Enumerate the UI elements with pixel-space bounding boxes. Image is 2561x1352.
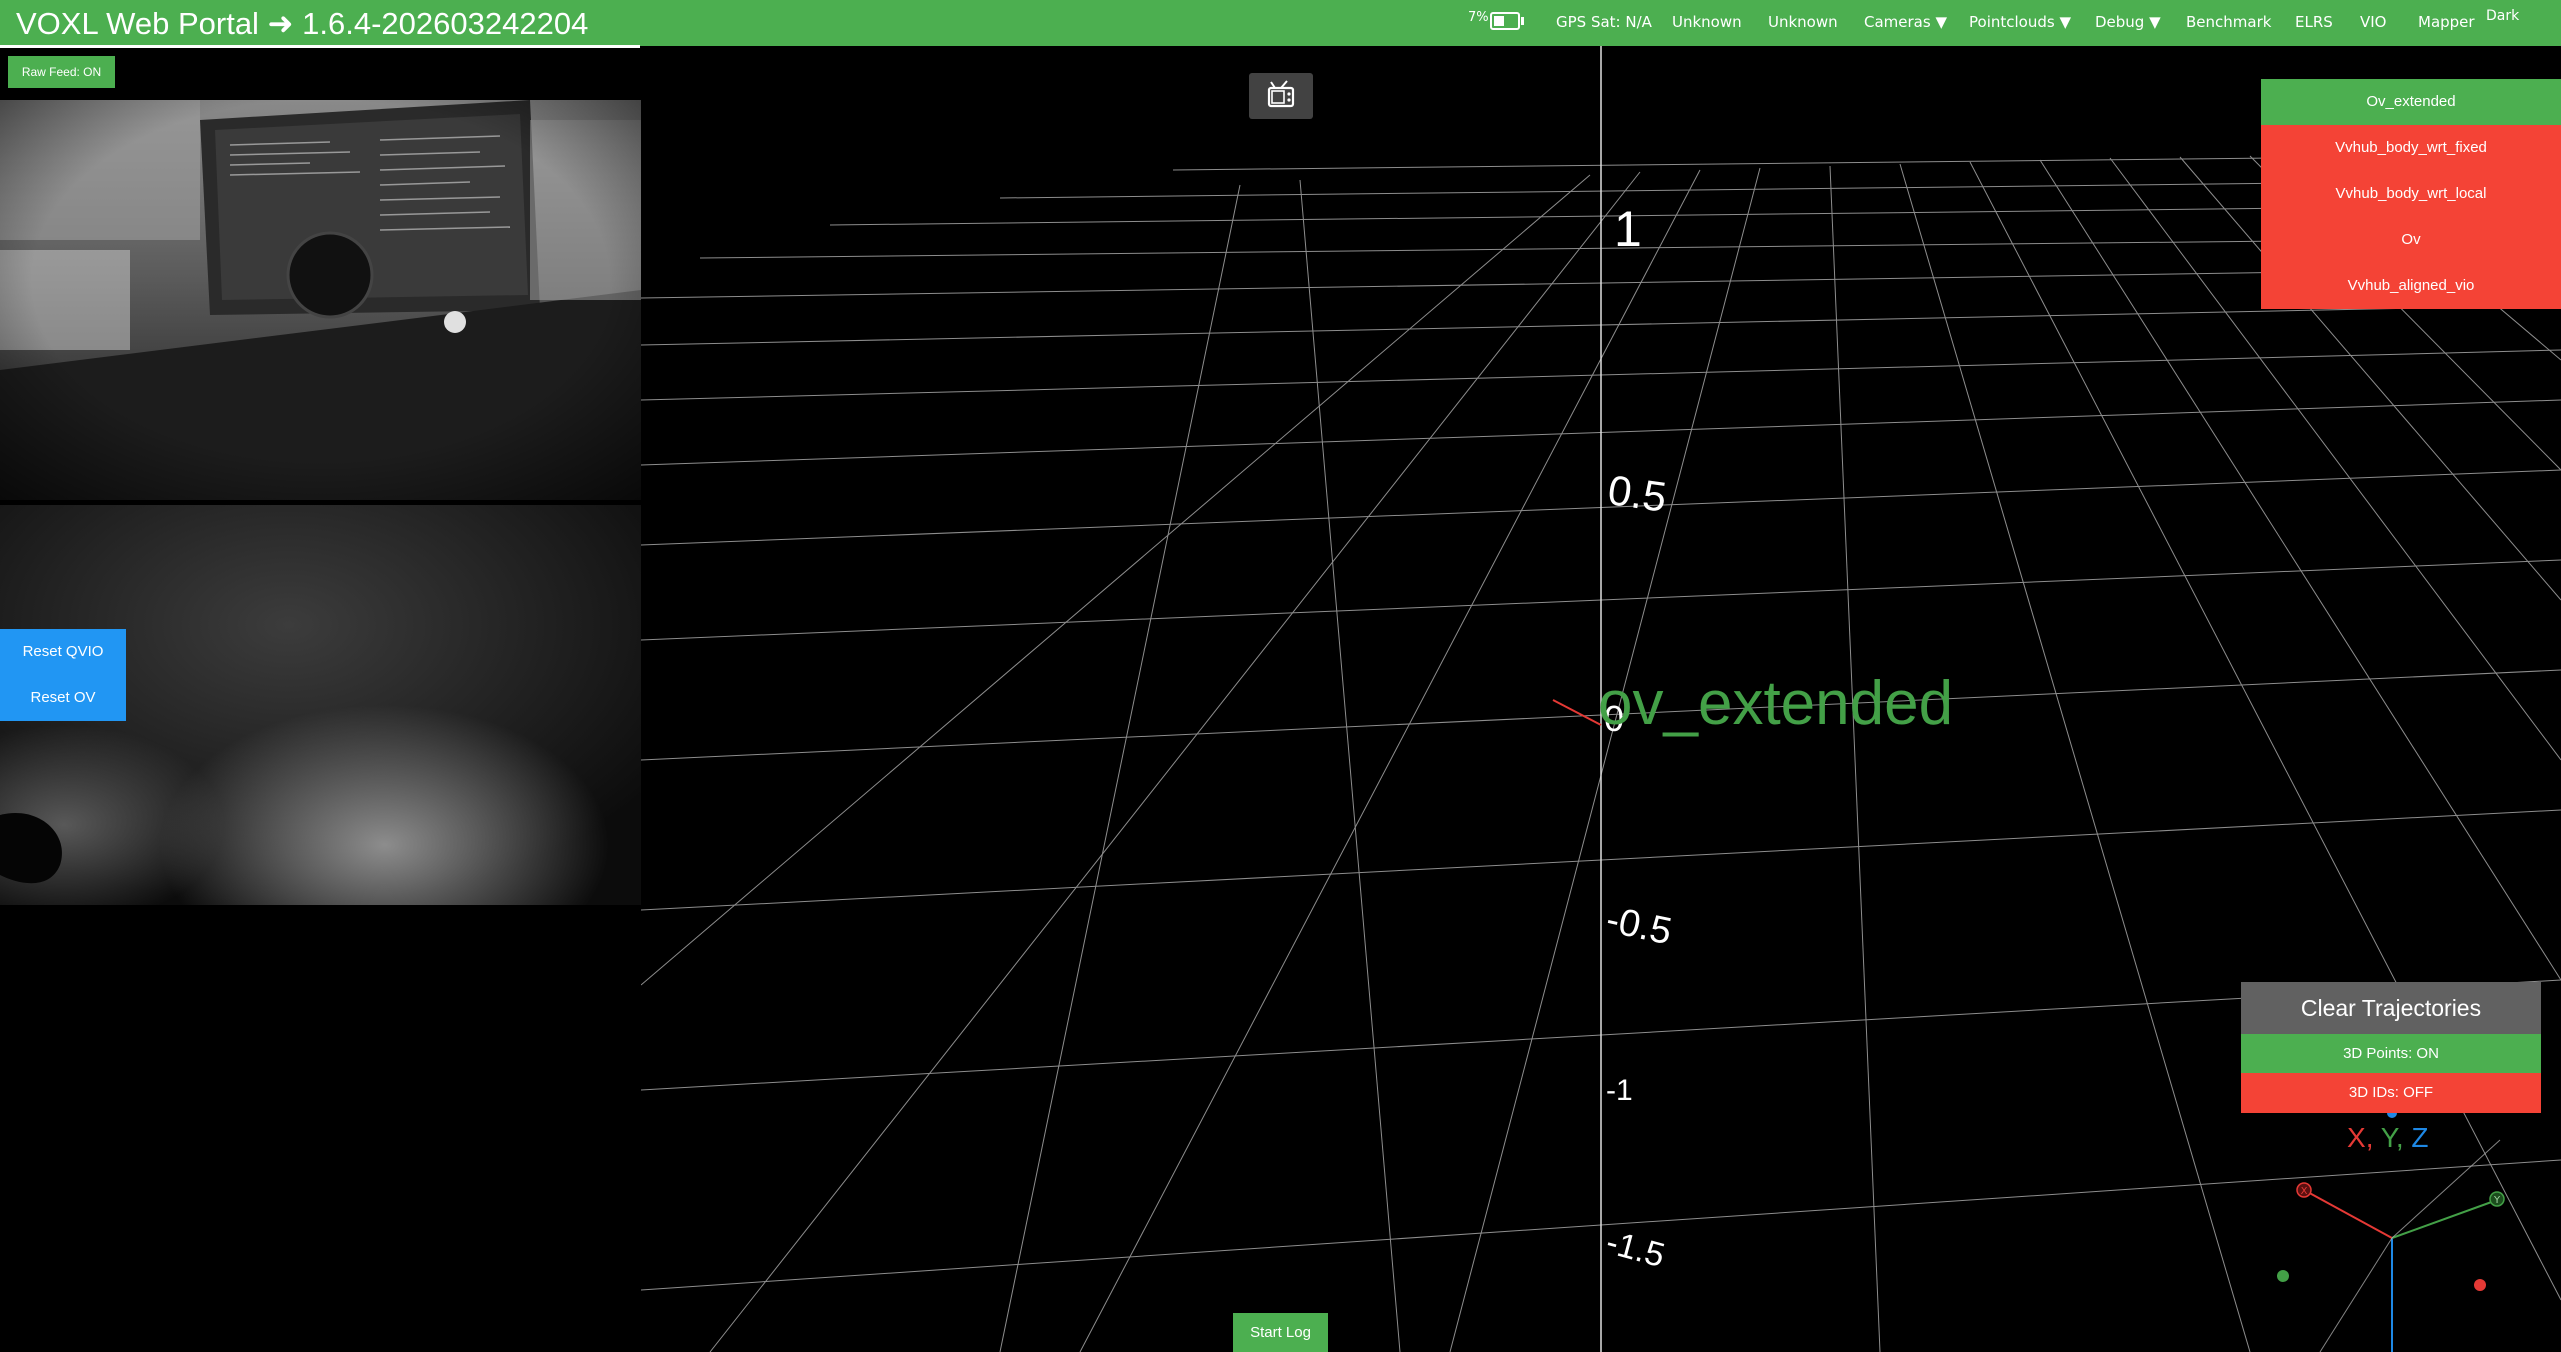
trajectory-item-vvhub-aligned-vio[interactable]: Vvhub_aligned_vio: [2261, 263, 2561, 309]
camera-feed-1-image: [0, 100, 641, 500]
status-unknown-2: Unknown: [1768, 13, 1838, 31]
trajectory-item-vvhub-body-wrt-local[interactable]: Vvhub_body_wrt_local: [2261, 171, 2561, 217]
trajectory-item-ov[interactable]: Ov: [2261, 217, 2561, 263]
trajectory-item-vvhub-body-wrt-fixed[interactable]: Vvhub_body_wrt_fixed: [2261, 125, 2561, 171]
portal-title[interactable]: VOXL Web Portal ➜ 1.6.4-202603242204: [16, 6, 588, 42]
toggle-3d-ids-button[interactable]: 3D IDs: OFF: [2241, 1073, 2541, 1113]
nav-pointclouds-dropdown[interactable]: Pointclouds ▼: [1969, 13, 2071, 31]
nav-cameras-dropdown[interactable]: Cameras ▼: [1864, 13, 1947, 31]
trajectory-item-ov-extended[interactable]: Ov_extended: [2261, 79, 2561, 125]
gizmo-y-negative-handle: [2277, 1270, 2289, 1282]
axes-legend-z: Z: [2411, 1122, 2429, 1153]
z-tick-1: 1: [1614, 201, 1642, 257]
z-tick-0-5: 0.5: [1605, 466, 1670, 521]
origin-x-axis-line: [1552, 699, 1602, 726]
nav-vio[interactable]: VIO: [2360, 13, 2387, 31]
reset-qvio-button[interactable]: Reset QVIO: [0, 629, 126, 675]
nav-benchmark[interactable]: Benchmark: [2186, 13, 2271, 31]
tv-icon: [1267, 80, 1295, 108]
camera-feed-1: [0, 100, 641, 500]
battery-percent: 7%: [1468, 10, 1489, 25]
gizmo-y-axis: [2391, 1199, 2498, 1239]
raw-feed-toggle-button[interactable]: Raw Feed: ON: [8, 56, 115, 88]
nav-mapper[interactable]: Mapper: [2418, 13, 2475, 31]
nav-debug-dropdown[interactable]: Debug ▼: [2095, 13, 2161, 31]
gizmo-x-letter: X: [2301, 1186, 2308, 1197]
title-underline: [0, 45, 640, 48]
z-tick-neg-1: -1: [1606, 1074, 1633, 1107]
trajectory-name-label: ov_extended: [1598, 669, 1954, 738]
voxl-web-portal: VOXL Web Portal ➜ 1.6.4-202603242204 7% …: [0, 0, 2561, 1352]
status-unknown-1: Unknown: [1672, 13, 1742, 31]
axes-legend: X, Y, Z: [2347, 1122, 2429, 1153]
battery-icon: [1490, 12, 1520, 30]
top-navigation-bar: VOXL Web Portal ➜ 1.6.4-202603242204 7% …: [0, 0, 2561, 46]
toggle-3d-points-button[interactable]: 3D Points: ON: [2241, 1034, 2541, 1073]
camera-view-toggle-button[interactable]: [1249, 73, 1313, 119]
reset-ov-button[interactable]: Reset OV: [0, 675, 126, 721]
gizmo-y-letter: Y: [2493, 1195, 2501, 1206]
gizmo-x-axis: [2303, 1189, 2393, 1239]
axes-legend-x: X: [2347, 1122, 2366, 1153]
trajectory-list: Ov_extended Vvhub_body_wrt_fixed Vvhub_b…: [2261, 79, 2561, 309]
clear-trajectories-button[interactable]: Clear Trajectories: [2241, 982, 2541, 1034]
start-log-button[interactable]: Start Log: [1233, 1313, 1328, 1352]
dark-mode-toggle[interactable]: Dark: [2486, 8, 2519, 24]
axes-legend-y: Y: [2380, 1122, 2396, 1153]
battery-cap-icon: [1521, 17, 1524, 25]
gps-status: GPS Sat: N/A: [1556, 13, 1652, 31]
nav-elrs[interactable]: ELRS: [2295, 13, 2333, 31]
gizmo-x-negative-handle: [2474, 1279, 2486, 1291]
vio-reset-panel: Reset QVIO Reset OV: [0, 629, 126, 721]
